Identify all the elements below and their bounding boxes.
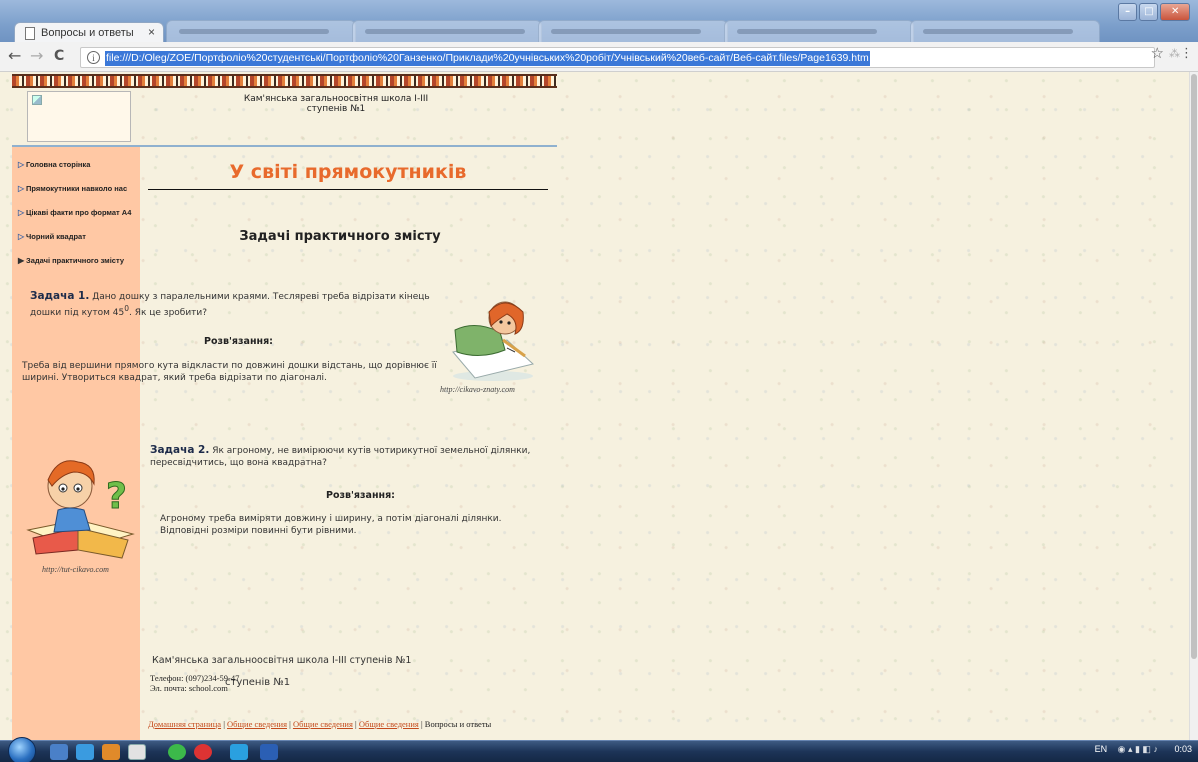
- opera-icon[interactable]: [194, 744, 212, 760]
- page-icon: [25, 27, 35, 40]
- address-bar[interactable]: i file:///D:/Oleg/ZOE/Портфоліо%20студен…: [80, 47, 1155, 68]
- bullet-icon: ▷: [18, 184, 25, 193]
- footer-link-home[interactable]: Домашняя страница: [148, 719, 221, 729]
- girl-drawing-image: [452, 301, 535, 381]
- boy-reading-image: ?: [26, 460, 135, 559]
- start-button[interactable]: [8, 737, 36, 762]
- minimize-button[interactable]: –: [1118, 3, 1138, 21]
- taskbar: EN ◉ ▴ ▮ ◧ ♪ 0:03: [0, 737, 1198, 762]
- task1-solution: Треба від вершини прямого кута відкласти…: [22, 361, 437, 383]
- broken-image-icon: [32, 95, 42, 105]
- ornament-border: [12, 74, 557, 88]
- ie-icon[interactable]: [76, 744, 94, 760]
- sidebar-item-practical-tasks[interactable]: ▶ Задачі практичного змісту: [18, 256, 124, 265]
- scrollbar-thumb[interactable]: [1191, 74, 1197, 659]
- bullet-icon: ▷: [18, 208, 25, 217]
- footer-link-general-3[interactable]: Общие сведения: [359, 719, 419, 729]
- task1-text: Задача 1. Дано дошку з паралельними края…: [30, 290, 430, 318]
- menu-icon[interactable]: ⋮: [1180, 46, 1193, 61]
- tab-active[interactable]: Вопросы и ответы ×: [14, 22, 164, 44]
- app-icon[interactable]: [168, 744, 186, 760]
- bookmark-star-icon[interactable]: ☆: [1151, 44, 1164, 62]
- page-viewport: Кам'янська загальноосвітня школа І-ІІІ с…: [0, 72, 1198, 740]
- info-icon[interactable]: i: [87, 51, 100, 64]
- task2-label: Задача 2.: [150, 444, 210, 456]
- logo-image: [27, 91, 131, 142]
- footer-link-general-1[interactable]: Общие сведения: [227, 719, 287, 729]
- footer-school-name: Кам'янська загальноосвітня школа І-ІІІ с…: [152, 655, 412, 666]
- tab-background[interactable]: [910, 20, 1100, 42]
- tab-background[interactable]: [724, 20, 914, 42]
- tab-background[interactable]: [166, 20, 356, 42]
- window-controls: – □ ✕: [1118, 3, 1190, 21]
- task1-solution-heading: Розв'язання:: [204, 336, 273, 347]
- sidebar-item-rectangles[interactable]: ▷ Прямокутники навколо нас: [18, 184, 127, 193]
- sidebar: ▷ Головна сторінка ▷ Прямокутники навколо …: [12, 147, 140, 740]
- svg-text:?: ?: [106, 476, 127, 517]
- bullet-icon: ▶: [18, 256, 25, 265]
- skype-icon[interactable]: [230, 744, 248, 760]
- section-title: Задачі практичного змісту: [239, 229, 441, 244]
- reload-icon[interactable]: C: [54, 48, 64, 64]
- footer-overlap-text: ступенів №1: [225, 677, 291, 688]
- close-button[interactable]: ✕: [1160, 3, 1190, 21]
- language-indicator[interactable]: EN: [1095, 744, 1108, 754]
- chrome-icon[interactable]: [128, 744, 146, 760]
- header-school-name: Кам'янська загальноосвітня школа І-ІІІ с…: [243, 94, 429, 114]
- title-divider: [148, 189, 548, 190]
- system-tray: EN ◉ ▴ ▮ ◧ ♪ 0:03: [1095, 744, 1192, 755]
- maximize-button[interactable]: □: [1139, 3, 1159, 21]
- word-icon[interactable]: [260, 744, 278, 760]
- task2-solution-heading: Розв'язання:: [326, 490, 395, 501]
- back-icon[interactable]: ←: [8, 46, 21, 65]
- image2-source: http://tut-cikavo.com: [42, 565, 109, 574]
- sidebar-item-black-square[interactable]: ▷ Чорний квадрат: [18, 232, 86, 241]
- browser-toolbar: ← → C i file:///D:/Oleg/ZOE/Портфоліо%20…: [0, 42, 1198, 72]
- url-text[interactable]: file:///D:/Oleg/ZOE/Портфоліо%20студентс…: [105, 51, 870, 66]
- tab-background[interactable]: [352, 20, 542, 42]
- explorer-icon[interactable]: [50, 744, 68, 760]
- page-title: У світі прямокутників: [229, 161, 467, 183]
- task1-label: Задача 1.: [30, 290, 90, 302]
- task2-text: Задача 2. Як агроному, не вимірюючи куті…: [150, 444, 531, 468]
- image1-source: http://cikavo-znaty.com: [440, 385, 515, 394]
- tray-icons[interactable]: ◉ ▴ ▮ ◧ ♪: [1118, 744, 1158, 754]
- bullet-icon: ▷: [18, 232, 25, 241]
- extension-icon[interactable]: ⁂: [1169, 47, 1180, 60]
- app-icon[interactable]: [102, 744, 120, 760]
- footer-current-page: Вопросы и ответы: [424, 719, 492, 729]
- browser-titlebar: Вопросы и ответы × – □ ✕: [0, 0, 1198, 44]
- vertical-scrollbar[interactable]: [1189, 72, 1198, 740]
- tab-title: Вопросы и ответы: [41, 27, 134, 39]
- task2-solution: Агроному треба виміряти довжину і ширину…: [160, 514, 502, 536]
- forward-icon[interactable]: →: [30, 46, 43, 65]
- tab-background[interactable]: [538, 20, 728, 42]
- sidebar-item-home[interactable]: ▷ Головна сторінка: [18, 160, 90, 169]
- footer-links: Домашняя страница | Общие сведения | Общ…: [148, 719, 492, 729]
- sidebar-item-a4-facts[interactable]: ▷ Цікаві факти про формат А4: [18, 208, 131, 217]
- footer-link-general-2[interactable]: Общие сведения: [293, 719, 353, 729]
- bullet-icon: ▷: [18, 160, 25, 169]
- clock[interactable]: 0:03: [1174, 744, 1192, 754]
- tab-close-icon[interactable]: ×: [148, 25, 155, 39]
